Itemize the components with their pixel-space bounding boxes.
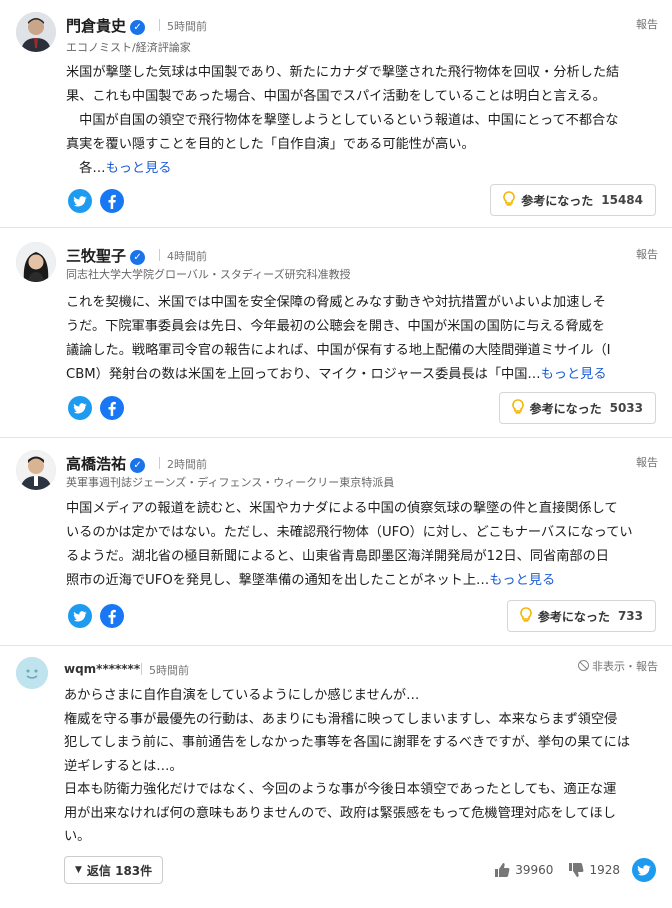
- expert-comment-3: 高橋浩祐 ✓ 2時間前 英軍事週刊誌ジェーンズ・ディフェンス・ウィークリー東京特派…: [0, 438, 672, 646]
- author-title: エコノミスト/経済評論家: [66, 41, 191, 54]
- body-line: 犯してしまう前に、事前通告をしなかった事等を各国に謝罪をするべきですが、挙句の果…: [64, 735, 631, 750]
- helpful-label: 参考になった: [537, 609, 610, 624]
- facebook-icon[interactable]: [100, 189, 124, 213]
- twitter-icon[interactable]: [68, 189, 92, 213]
- post-time: 5時間前: [149, 664, 189, 677]
- body-line: 真実を覆い隠すことを目的とした「自作自演」である可能性が高い。: [66, 137, 475, 152]
- helpful-button[interactable]: 参考になった 5033: [498, 392, 656, 424]
- post-time: 2時間前: [167, 458, 207, 471]
- user-comment: wqm******* 5時間前 非表示・報告 あからさまに自作自演をしているよう…: [0, 646, 672, 900]
- thumbs-up-icon: [495, 863, 510, 877]
- body-line: 中国メディアの報道を読むと、米国やカナダによる中国の偵察気球の撃墜の件と直接関係…: [66, 501, 618, 516]
- share-buttons: [68, 189, 132, 213]
- divider: [159, 249, 160, 261]
- author-title: 英軍事週刊誌ジェーンズ・ディフェンス・ウィークリー東京特派員: [66, 476, 395, 489]
- verified-icon: ✓: [130, 20, 146, 35]
- twitter-icon[interactable]: [68, 604, 92, 628]
- report-link[interactable]: 報告: [636, 454, 658, 470]
- share-buttons: [68, 396, 132, 420]
- body-line: うだ。下院軍事委員会は先日、今年最初の公聴会を開き、中国が米国の国防に与える脅威…: [66, 319, 605, 334]
- comment-body: 中国メディアの報道を読むと、米国やカナダによる中国の偵察気球の撃墜の件と直接関係…: [66, 497, 656, 593]
- body-line: 各…もっと見る: [66, 161, 172, 176]
- body-line: これを契機に、米国では中国を安全保障の脅威とみなす動きや対抗措置がいよいよ加速し…: [66, 295, 606, 310]
- body-line: 米国が撃墜した気球は中国製であり、新たにカナダで撃墜された飛行物体を回収・分析し…: [66, 65, 620, 80]
- body-line: 日本も防衛力強化だけではなく、今回のような事が今後日本領空であったとしても、適正…: [64, 782, 617, 797]
- thumbs-down-icon: [569, 863, 584, 877]
- user-name[interactable]: wqm*******: [64, 662, 140, 676]
- expert-comment-2: 三牧聖子 ✓ 4時間前 同志社大学大学院グローバル・スタディーズ研究科准教授 報告…: [0, 228, 672, 438]
- body-line: 果、これも中国製であった場合、中国が各国でスパイ活動をしていることは明白と言える…: [66, 89, 606, 104]
- read-more-link[interactable]: もっと見る: [541, 367, 607, 382]
- body-line: 中国が自国の領空で飛行物体を撃墜しようとしているという報道は、中国にとって不都合…: [66, 113, 619, 128]
- twitter-icon: [632, 858, 656, 882]
- body-line: いるのかは定かではない。ただし、未確認飛行物体（UFO）に対し、どこもナーバスに…: [66, 525, 633, 540]
- body-line: 照市の近海でUFOを発見し、撃墜準備の通知を出したことがネット上…もっと見る: [66, 573, 556, 588]
- body-line: るようだ。湖北省の極目新聞によると、山東省青島即墨区海洋開発局が12日、同省南部…: [66, 549, 609, 564]
- helpful-count: 5033: [609, 401, 643, 415]
- divider: [141, 663, 142, 675]
- lightbulb-icon: [511, 398, 524, 418]
- helpful-button[interactable]: 参考になった 733: [506, 600, 656, 632]
- dislike-button[interactable]: 1928: [567, 861, 620, 879]
- divider: [159, 457, 160, 469]
- like-count: 39960: [515, 863, 554, 877]
- helpful-label: 参考になった: [521, 193, 594, 208]
- body-line: 用が出来なければ何の意味もありませんので、政府は緊張感をもって危機管理対応をして…: [64, 805, 616, 821]
- helpful-count: 733: [617, 609, 643, 623]
- report-link[interactable]: 報告: [636, 246, 658, 262]
- author-title: 同志社大学大学院グローバル・スタディーズ研究科准教授: [66, 268, 351, 281]
- verified-icon: ✓: [130, 250, 146, 265]
- body-line: 権威を守る事が最優先の行動は、あまりにも滑稽に映ってしまいますし、本来ならまず領…: [64, 711, 618, 727]
- body-line: CBM）発射台の数は米国を上回っており、マイク・ロジャース委員長は「中国…もっと…: [66, 367, 607, 382]
- avatar[interactable]: [16, 242, 56, 282]
- body-line: あからさまに自作自演をしているようにしか感じませんが…: [64, 688, 420, 703]
- share-buttons: [68, 604, 132, 628]
- post-time: 4時間前: [167, 250, 207, 263]
- body-line: い。: [64, 829, 91, 844]
- divider: [159, 19, 160, 31]
- comment-body: 米国が撃墜した気球は中国製であり、新たにカナダで撃墜された飛行物体を回収・分析し…: [66, 61, 656, 181]
- read-more-link[interactable]: もっと見る: [489, 573, 555, 588]
- lightbulb-icon: [520, 606, 532, 626]
- helpful-button[interactable]: 参考になった 15484: [490, 184, 656, 216]
- hide-icon: [578, 660, 589, 671]
- author-name[interactable]: 三牧聖子 ✓: [66, 245, 146, 266]
- helpful-label: 参考になった: [529, 401, 602, 416]
- author-name[interactable]: 高橋浩祐 ✓: [66, 453, 146, 474]
- comment-body: これを契機に、米国では中国を安全保障の脅威とみなす動きや対抗措置がいよいよ加速し…: [66, 291, 656, 387]
- lightbulb-icon: [503, 190, 515, 210]
- body-line: 議論した。戦略軍司令官の報告によれば、中国が保有する地上配備の大陸間弾道ミサイル…: [66, 343, 611, 358]
- twitter-icon[interactable]: [68, 396, 92, 420]
- read-more-link[interactable]: もっと見る: [106, 161, 172, 176]
- author-name[interactable]: 門倉貴史 ✓: [66, 15, 146, 36]
- post-time: 5時間前: [167, 20, 207, 33]
- avatar: [16, 657, 48, 689]
- expert-comment-1: 門倉貴史 ✓ 5時間前 エコノミスト/経済評論家 報告 米国が撃墜した気球は中国製…: [0, 0, 672, 228]
- avatar[interactable]: [16, 12, 56, 52]
- comment-body: あからさまに自作自演をしているようにしか感じませんが… 権威を守る事が最優先の行…: [64, 684, 654, 849]
- avatar[interactable]: [16, 450, 56, 490]
- dislike-count: 1928: [589, 863, 620, 877]
- report-link[interactable]: 報告: [636, 16, 658, 32]
- reply-button[interactable]: ▼ 返信 183件: [64, 856, 164, 884]
- facebook-icon[interactable]: [100, 396, 124, 420]
- body-line: 逆ギレするとは…。: [64, 758, 183, 774]
- triangle-down-icon: ▼: [75, 865, 82, 875]
- vote-bar: 39960 1928: [479, 858, 656, 882]
- like-button[interactable]: 39960: [493, 861, 553, 879]
- facebook-icon[interactable]: [100, 604, 124, 628]
- verified-icon: ✓: [130, 458, 146, 473]
- hide-report-link[interactable]: 非表示・報告: [578, 658, 658, 674]
- helpful-count: 15484: [601, 193, 643, 207]
- twitter-share-button[interactable]: [632, 858, 656, 882]
